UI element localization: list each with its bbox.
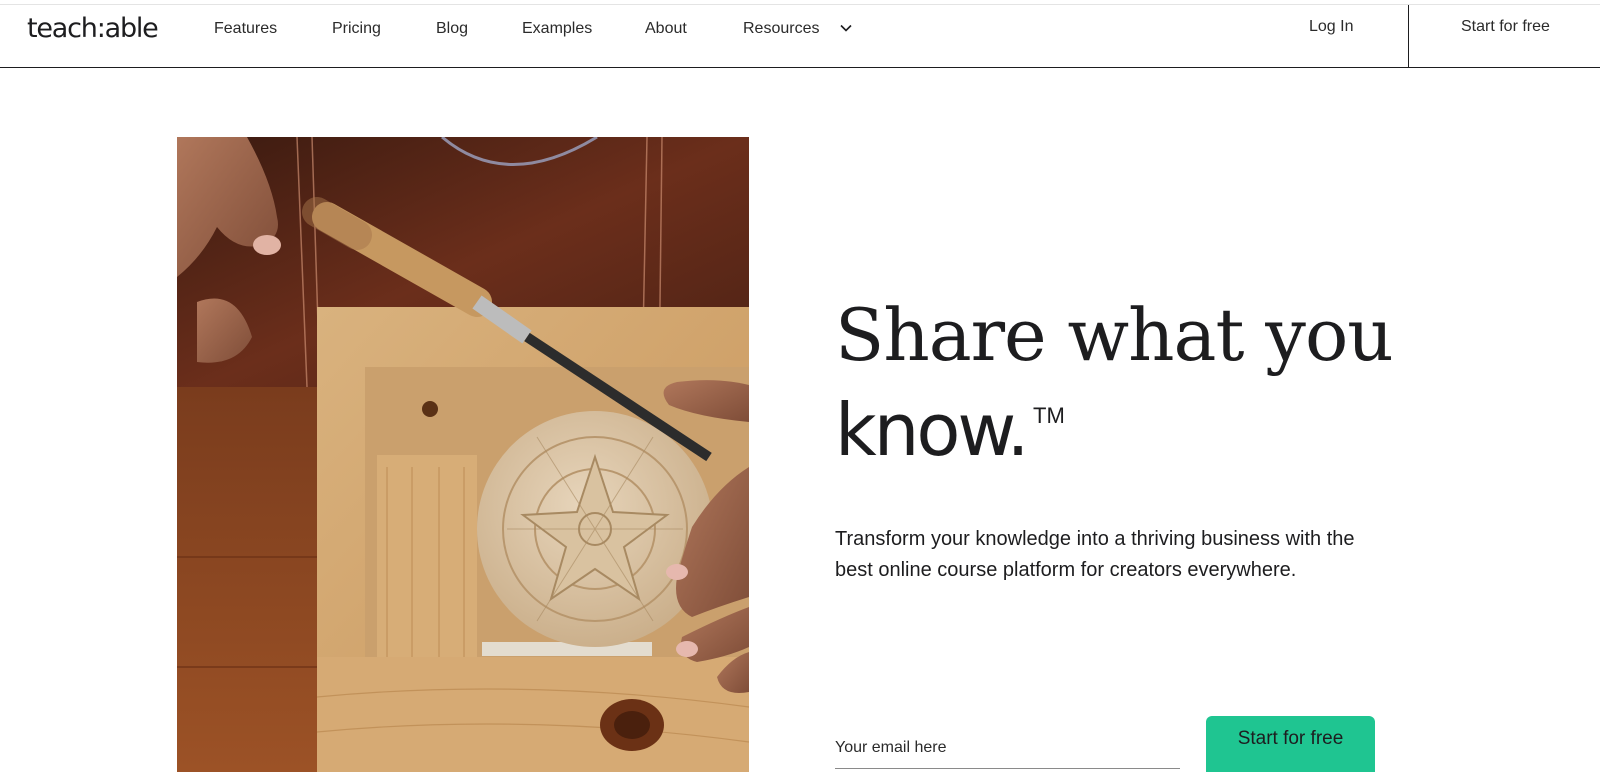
hero-subtext: Transform your knowledge into a thriving…	[835, 528, 1355, 581]
hero-image	[177, 137, 749, 772]
hero-headline-line2: know.	[835, 388, 1030, 472]
site-header: teach:able Features Pricing Blog Example…	[0, 5, 1600, 68]
nav-pricing[interactable]: Pricing	[332, 20, 381, 38]
chevron-down-icon[interactable]	[838, 20, 854, 36]
email-input[interactable]	[835, 727, 1180, 769]
login-link[interactable]: Log In	[1309, 18, 1353, 36]
nav-blog[interactable]: Blog	[436, 20, 468, 38]
nav-features[interactable]: Features	[214, 20, 277, 38]
nav-examples[interactable]: Examples	[522, 20, 592, 38]
nav-resources[interactable]: Resources	[743, 20, 819, 38]
wood-carving-illustration	[177, 137, 749, 772]
nav-about[interactable]: About	[645, 20, 687, 38]
start-for-free-button[interactable]: Start for free	[1206, 716, 1375, 772]
teachable-logo[interactable]: teach:able	[27, 13, 159, 44]
trademark-mark: TM	[1033, 403, 1065, 428]
hero-headline-line1: Share what you	[835, 293, 1394, 377]
start-for-free-link[interactable]: Start for free	[1461, 18, 1550, 36]
header-divider	[1408, 5, 1409, 68]
